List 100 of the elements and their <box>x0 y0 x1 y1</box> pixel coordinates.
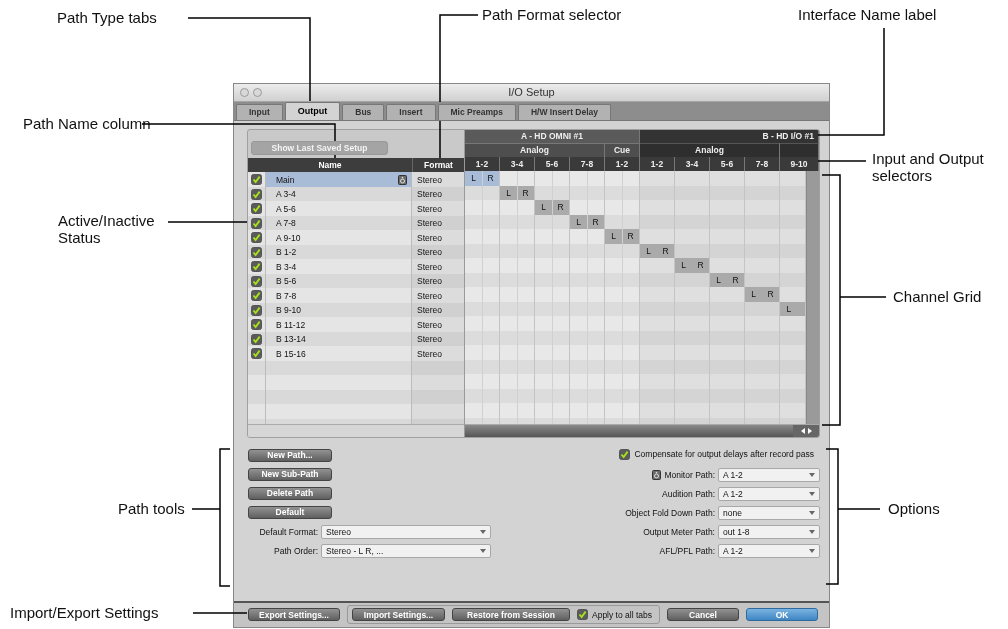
grid-cell[interactable] <box>675 287 710 302</box>
grid-cell[interactable] <box>675 345 710 360</box>
grid-cell[interactable] <box>675 200 710 215</box>
grid-cell[interactable] <box>640 330 675 345</box>
checkbox[interactable] <box>251 174 262 186</box>
grid-cell[interactable] <box>780 287 806 302</box>
grid-cell[interactable] <box>745 171 780 186</box>
grid-cell[interactable] <box>745 316 780 331</box>
grid-cell[interactable] <box>710 214 745 229</box>
grid-cell[interactable] <box>675 214 710 229</box>
grid-cell[interactable] <box>745 374 780 389</box>
tab[interactable]: Bus <box>342 103 385 120</box>
grid-cell[interactable] <box>675 316 710 331</box>
format-cell[interactable]: Stereo <box>412 230 464 245</box>
grid-cell[interactable] <box>710 330 745 345</box>
close-button[interactable] <box>240 87 249 97</box>
grid-cell[interactable] <box>675 359 710 374</box>
checkbox[interactable] <box>251 217 262 229</box>
grid-cell[interactable] <box>640 388 675 403</box>
grid-cell[interactable] <box>780 388 806 403</box>
checkbox[interactable] <box>251 232 262 244</box>
grid-cell[interactable] <box>640 316 675 331</box>
grid-cell[interactable] <box>640 258 675 273</box>
grid-cell[interactable] <box>710 316 745 331</box>
grid-cell[interactable] <box>780 243 806 258</box>
grid-cell[interactable] <box>710 403 745 418</box>
dropdown[interactable]: Stereo <box>321 524 491 539</box>
grid-cell[interactable] <box>675 229 710 244</box>
grid-cell[interactable] <box>780 200 806 215</box>
right-arrow-icon[interactable] <box>807 427 812 434</box>
grid-cell[interactable] <box>675 374 710 389</box>
grid-cell[interactable] <box>745 185 780 200</box>
grid-cell[interactable] <box>710 345 745 360</box>
dropdown[interactable]: out 1-8 <box>718 524 820 539</box>
assigned-cell[interactable]: L R <box>465 171 500 186</box>
tab[interactable]: Input <box>236 103 283 120</box>
format-cell[interactable]: Stereo <box>412 201 464 216</box>
checkbox[interactable] <box>251 261 262 273</box>
grid-cell[interactable] <box>745 330 780 345</box>
format-cell[interactable]: Stereo <box>412 317 464 332</box>
dropdown[interactable]: A 1-2 <box>718 467 820 482</box>
dropdown[interactable]: none <box>718 505 820 520</box>
grid-cell[interactable] <box>640 200 675 215</box>
grid-cell[interactable] <box>710 243 745 258</box>
grid-cell[interactable] <box>710 171 745 186</box>
tab[interactable]: Insert <box>386 103 436 120</box>
grid-cell[interactable] <box>745 272 780 287</box>
grid-cell[interactable] <box>675 301 710 316</box>
grid-cell[interactable] <box>780 272 806 287</box>
grid-cell[interactable] <box>780 374 806 389</box>
path-tool-button[interactable]: New Sub-Path <box>248 467 332 481</box>
cancel-button[interactable]: Cancel <box>667 608 739 622</box>
horizontal-scrollbar[interactable] <box>465 424 819 437</box>
grid-cell[interactable] <box>780 171 806 186</box>
path-name-cell[interactable]: A 5-6 <box>266 201 412 216</box>
minimize-button[interactable] <box>253 87 262 97</box>
format-cell[interactable]: Stereo <box>412 273 464 289</box>
grid-cell[interactable] <box>745 359 780 374</box>
grid-cell[interactable] <box>745 258 780 273</box>
dropdown[interactable]: A 1-2 <box>718 486 820 501</box>
assigned-cell[interactable]: L R <box>675 258 710 273</box>
grid-cell[interactable] <box>745 200 780 215</box>
grid-cell[interactable] <box>640 185 675 200</box>
tab[interactable]: H/W Insert Delay <box>517 103 612 120</box>
left-arrow-icon[interactable] <box>800 427 805 434</box>
path-tool-button[interactable]: New Path... <box>248 448 332 462</box>
settings-button[interactable]: Restore from Session <box>452 608 570 622</box>
grid-cell[interactable] <box>675 388 710 403</box>
format-cell[interactable]: Stereo <box>412 302 464 318</box>
grid-cell[interactable] <box>675 171 710 186</box>
grid-cell[interactable] <box>780 330 806 345</box>
tab[interactable]: Mic Preamps <box>437 103 516 120</box>
grid-cell[interactable] <box>675 403 710 418</box>
grid-cell[interactable] <box>640 345 675 360</box>
grid-cell[interactable] <box>745 403 780 418</box>
assigned-cell[interactable]: L R <box>605 229 640 244</box>
path-name-cell[interactable]: A 9-10 <box>266 230 412 245</box>
checkbox[interactable] <box>251 246 262 258</box>
grid-cell[interactable] <box>780 214 806 229</box>
vertical-scrollbar[interactable] <box>806 171 819 424</box>
path-name-cell[interactable]: B 15-16 <box>266 346 412 361</box>
grid-cell[interactable] <box>710 301 745 316</box>
grid-cell[interactable] <box>710 185 745 200</box>
grid-cell[interactable] <box>745 388 780 403</box>
path-name-cell[interactable]: B 11-12 <box>266 317 412 332</box>
grid-cell[interactable] <box>640 214 675 229</box>
checkbox[interactable] <box>251 203 262 215</box>
format-cell[interactable]: Stereo <box>412 244 464 260</box>
grid-cell[interactable] <box>780 185 806 200</box>
settings-button[interactable]: Import Settings... <box>352 608 445 622</box>
format-cell[interactable]: Stereo <box>412 331 464 347</box>
assigned-cell[interactable]: L R <box>535 200 570 215</box>
path-name-cell[interactable]: B 7-8 <box>266 288 412 303</box>
format-cell[interactable]: Stereo <box>412 186 464 202</box>
checkbox[interactable] <box>577 609 588 621</box>
dropdown[interactable]: Stereo - L R, ... <box>321 543 491 558</box>
grid-cell[interactable] <box>780 258 806 273</box>
format-cell[interactable]: Stereo <box>412 346 464 361</box>
assigned-cell[interactable]: L R <box>745 287 780 302</box>
checkbox[interactable] <box>251 333 262 345</box>
